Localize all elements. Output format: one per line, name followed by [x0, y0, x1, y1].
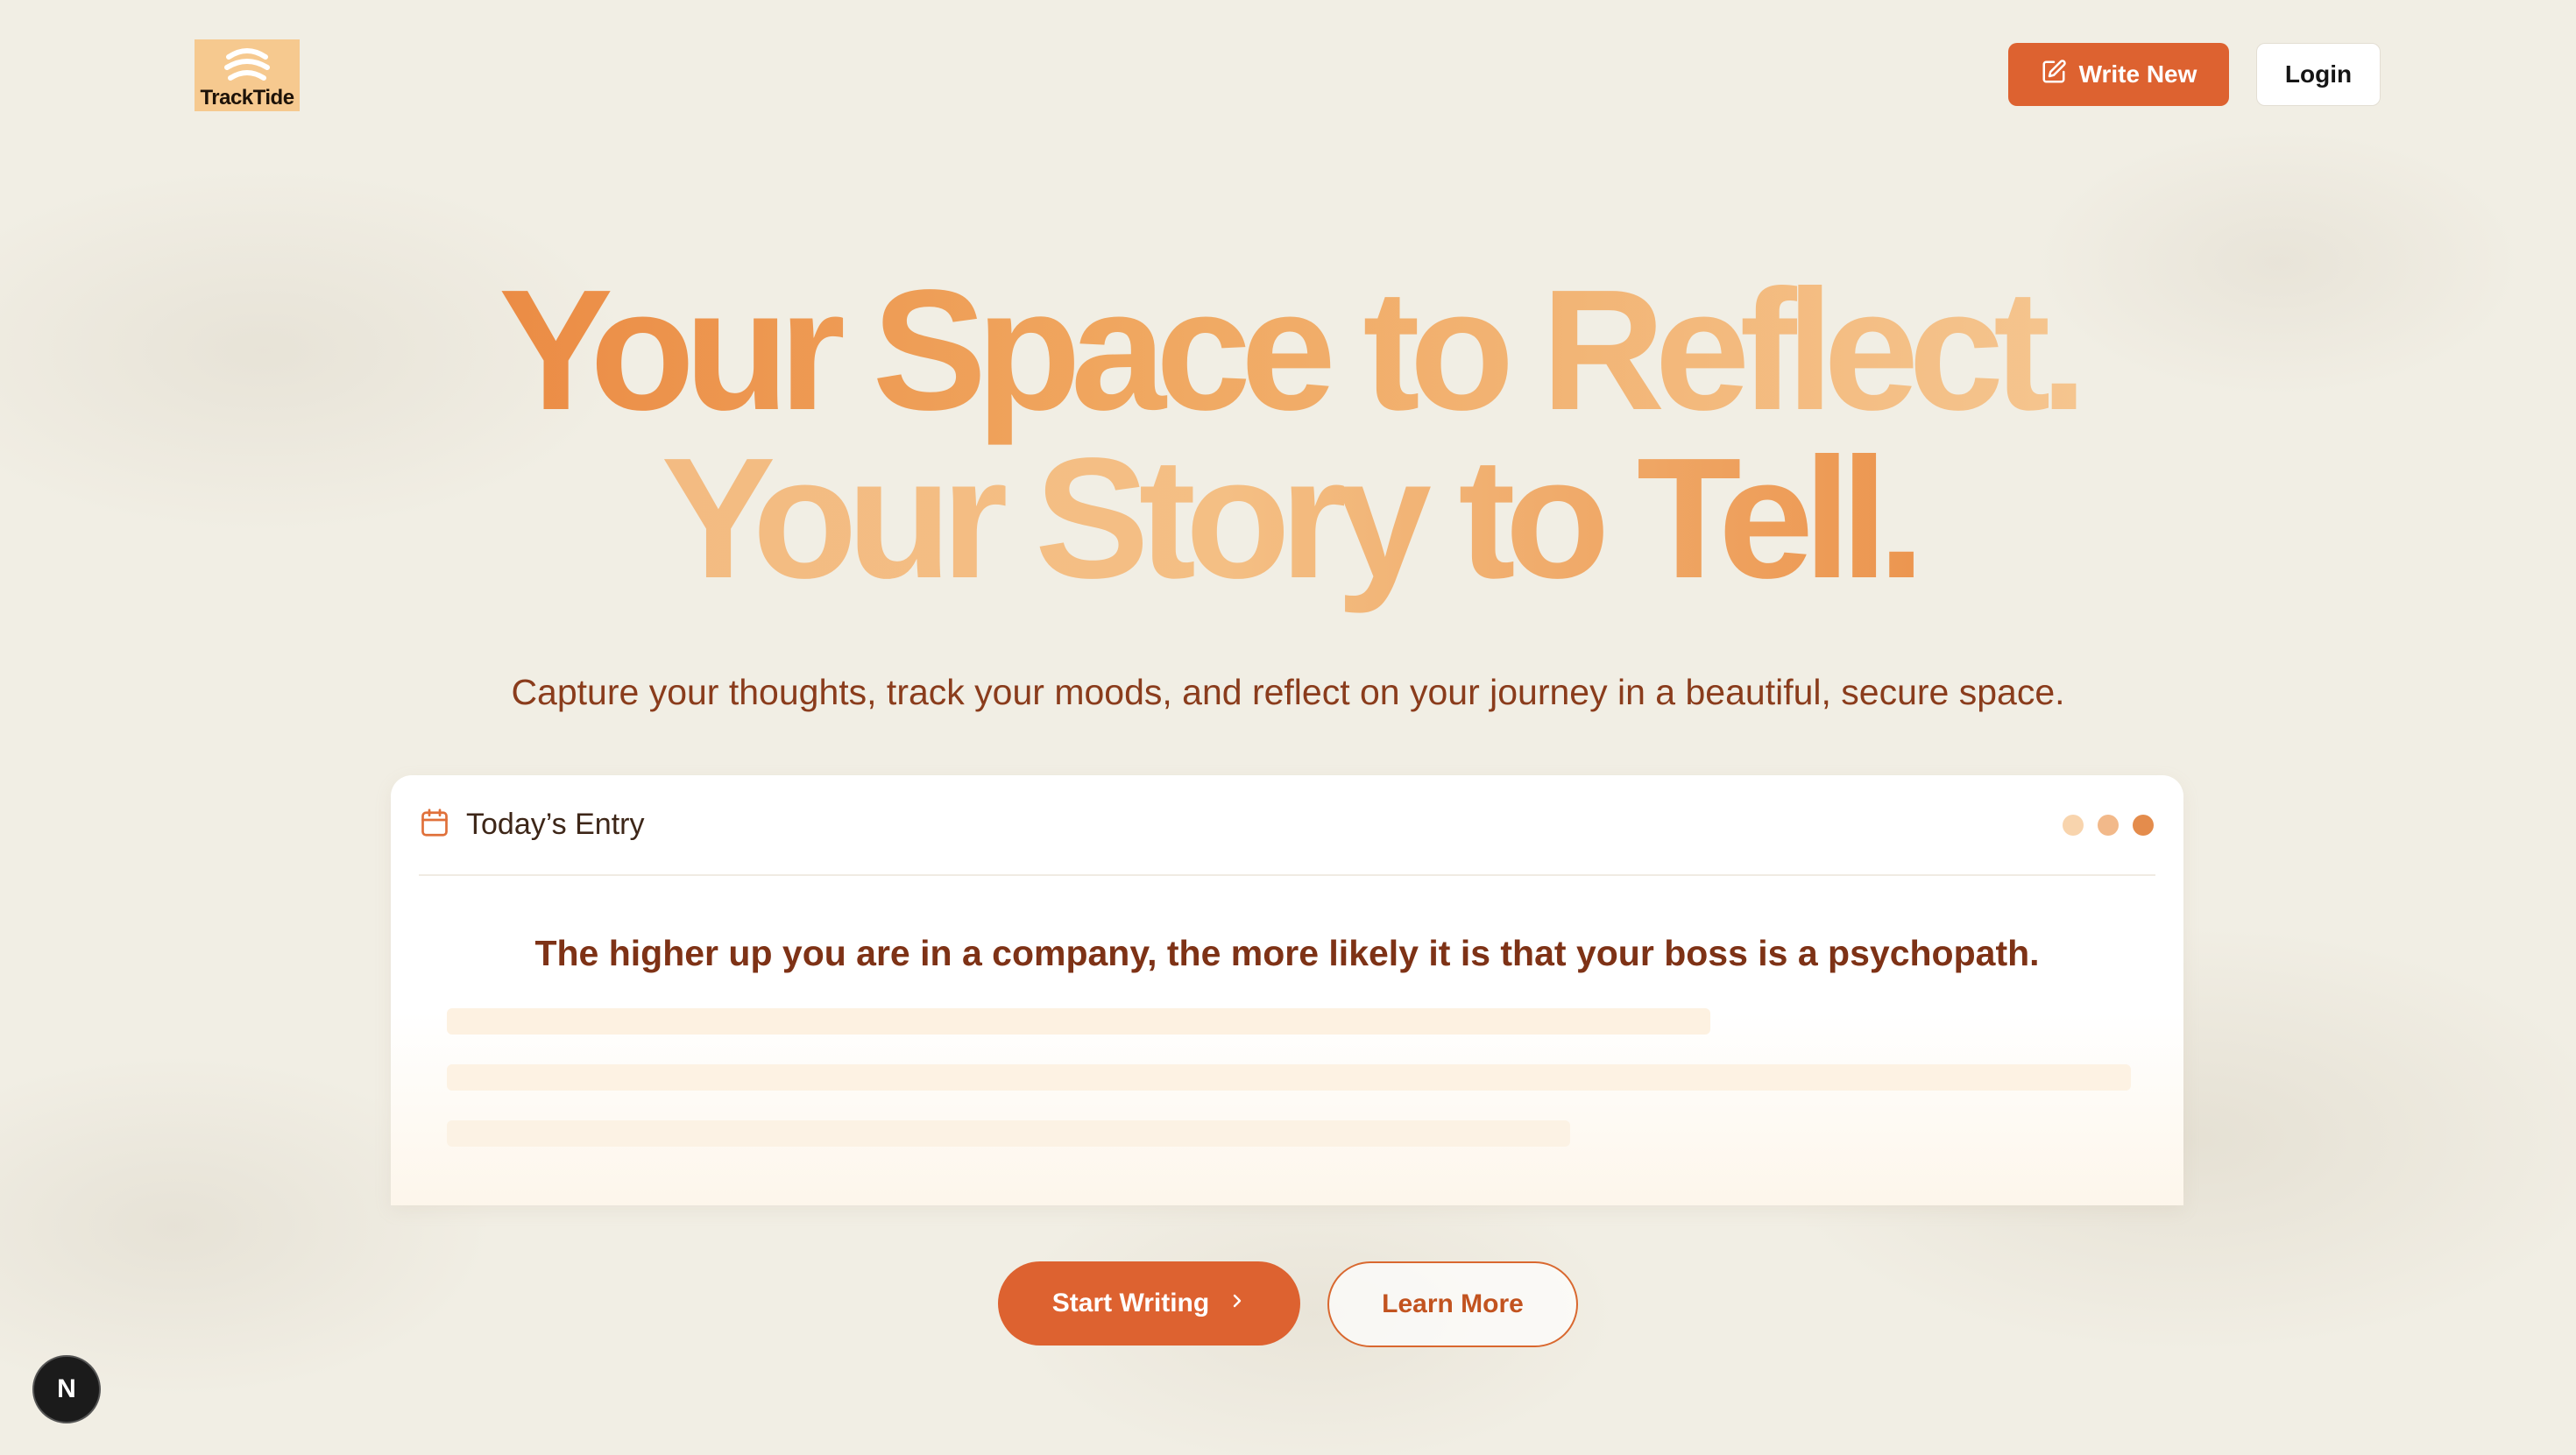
learn-more-button[interactable]: Learn More [1327, 1261, 1578, 1347]
entry-card-header: Today’s Entry [419, 775, 2155, 876]
entry-quote: The higher up you are in a company, the … [534, 933, 2040, 973]
edit-icon [2041, 59, 2067, 91]
logo-text: TrackTide [200, 86, 294, 109]
write-new-button[interactable]: Write New [2008, 43, 2229, 106]
placeholder-line [447, 1064, 2131, 1091]
hero-headline-line-2-text: Your Story to Tell. [661, 422, 1926, 614]
logo[interactable]: TrackTide [195, 39, 300, 111]
entry-card-title: Today’s Entry [466, 808, 645, 841]
dot-dark [2133, 814, 2154, 836]
login-label: Login [2284, 60, 2353, 88]
start-writing-label: Start Writing [1051, 1289, 1210, 1317]
entry-preview-card: Today’s Entry [391, 775, 2183, 1205]
nextjs-badge-letter: N [57, 1374, 76, 1403]
placeholder-line [447, 1008, 1710, 1035]
chevron-right-icon [1228, 1289, 1246, 1318]
window-dots [2063, 814, 2154, 836]
nextjs-dev-badge[interactable]: N [32, 1355, 101, 1423]
login-button[interactable]: Login [2256, 43, 2381, 106]
learn-more-label: Learn More [1382, 1289, 1524, 1318]
dot-light [2063, 814, 2084, 836]
hero-headline-line-2: Your Story to Tell. [0, 431, 2576, 606]
calendar-icon [419, 806, 450, 844]
hero-headline-line-1-text: Your Space to Reflect. [499, 254, 2088, 446]
placeholder-line [447, 1120, 1570, 1147]
start-writing-button[interactable]: Start Writing [998, 1261, 1300, 1346]
hero-headline-line-1: Your Space to Reflect. [0, 263, 2576, 438]
write-new-label: Write New [2078, 60, 2197, 88]
dot-medium [2098, 814, 2119, 836]
wave-logo-icon [222, 45, 272, 85]
hero-subtitle: Capture your thoughts, track your moods,… [511, 672, 2065, 712]
